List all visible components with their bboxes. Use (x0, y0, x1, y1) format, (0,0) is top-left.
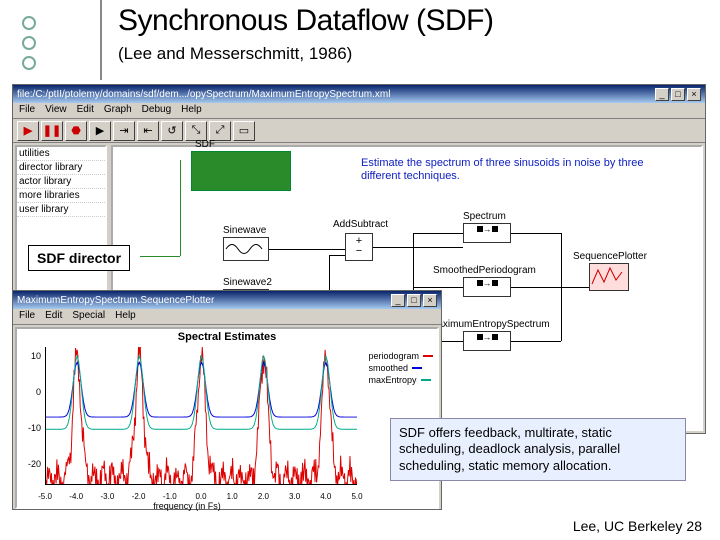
app-titlebar[interactable]: file:/C:/ptII/ptolemy/domains/sdf/dem...… (13, 85, 705, 103)
wire (269, 249, 345, 250)
plot-area: Spectral Estimates 10 0 -10 -20 periodog… (15, 327, 439, 509)
close-button[interactable]: × (687, 88, 701, 101)
actor-label-spectrum: Spectrum (463, 211, 506, 222)
tree-item[interactable]: utilities (17, 147, 105, 161)
menu-debug[interactable]: Debug (142, 104, 171, 117)
actor-plotter[interactable] (589, 263, 629, 291)
plot-xlabel: frequency (in Fs) (17, 501, 357, 511)
minimize-button[interactable]: _ (655, 88, 669, 101)
tree-item[interactable]: actor library (17, 175, 105, 189)
fit-icon[interactable]: ▭ (233, 121, 255, 141)
menu-view[interactable]: View (45, 104, 67, 117)
actor-label-plotter: SequencePlotter (573, 251, 647, 262)
legend-label: periodogram (368, 351, 419, 361)
run-icon[interactable]: ▶ (17, 121, 39, 141)
slide-title: Synchronous Dataflow (SDF) (118, 4, 493, 38)
bullet-decorations (22, 16, 36, 76)
menu-edit[interactable]: Edit (45, 310, 62, 323)
plot-window-title: MaximumEntropySpectrum.SequencePlotter (17, 295, 389, 306)
wire (413, 287, 463, 288)
actor-label-maxent: MaximumEntropySpectrum (429, 319, 550, 330)
app-window-title: file:/C:/ptII/ptolemy/domains/sdf/dem...… (17, 89, 653, 100)
zoom-in-icon[interactable]: ⤢ (209, 121, 231, 141)
sdf-director-block[interactable] (191, 151, 291, 191)
legend-label: maxEntropy (368, 375, 416, 385)
menu-file[interactable]: File (19, 310, 35, 323)
director-label: SDF (195, 139, 215, 150)
rewind-icon[interactable]: ↺ (161, 121, 183, 141)
plot-legend: periodogram smoothed maxEntropy (368, 351, 433, 387)
menu-help[interactable]: Help (115, 310, 136, 323)
actor-label-smoothed: SmoothedPeriodogram (433, 265, 536, 276)
maximize-button[interactable]: □ (671, 88, 685, 101)
wire (561, 233, 562, 341)
app-menubar: File View Edit Graph Debug Help (13, 103, 705, 119)
step-back-icon[interactable]: ⇤ (137, 121, 159, 141)
wire (329, 255, 345, 256)
tree-item[interactable]: director library (17, 161, 105, 175)
actor-addsubtract[interactable]: +− (345, 233, 373, 261)
plot-menubar: File Edit Special Help (13, 309, 441, 325)
wire (511, 287, 589, 288)
menu-edit[interactable]: Edit (77, 104, 94, 117)
menu-help[interactable]: Help (181, 104, 202, 117)
menu-graph[interactable]: Graph (104, 104, 132, 117)
minimize-button[interactable]: _ (391, 294, 405, 307)
wire (413, 233, 463, 234)
menu-special[interactable]: Special (72, 310, 105, 323)
plot-window: MaximumEntropySpectrum.SequencePlotter _… (12, 290, 442, 510)
ytick: -10 (21, 423, 41, 433)
actor-label-sinewave: Sinewave (223, 225, 266, 236)
app-toolbar: ▶ ❚❚ ⬣ ▶ ⇥ ⇤ ↺ ⤡ ⤢ ▭ (13, 119, 705, 143)
tree-item[interactable]: user library (17, 203, 105, 217)
model-caption: Estimate the spectrum of three sinusoids… (361, 157, 661, 183)
title-divider (100, 0, 102, 80)
actor-label-addsubtract: AddSubtract (333, 219, 388, 230)
spectrum-traces (46, 347, 357, 484)
stop-icon[interactable]: ⬣ (65, 121, 87, 141)
ytick: 10 (21, 351, 41, 361)
wire (373, 247, 463, 248)
plot-titlebar[interactable]: MaximumEntropySpectrum.SequencePlotter _… (13, 291, 441, 309)
actor-sinewave[interactable] (223, 237, 269, 261)
slide-subtitle: (Lee and Messerschmitt, 1986) (118, 44, 352, 64)
plot-canvas[interactable] (45, 347, 357, 485)
legend-label: smoothed (368, 363, 408, 373)
ytick: 0 (21, 387, 41, 397)
step-over-icon[interactable]: ⇥ (113, 121, 135, 141)
zoom-out-icon[interactable]: ⤡ (185, 121, 207, 141)
annotation-arrow (140, 256, 180, 257)
step-icon[interactable]: ▶ (89, 121, 111, 141)
menu-file[interactable]: File (19, 104, 35, 117)
wire (511, 341, 561, 342)
maximize-button[interactable]: □ (407, 294, 421, 307)
annotation-sdf-director: SDF director (28, 245, 130, 271)
actor-smoothed[interactable]: → (463, 277, 511, 297)
pause-icon[interactable]: ❚❚ (41, 121, 63, 141)
actor-label-sinewave2: Sinewave2 (223, 277, 272, 288)
slide-footer: Lee, UC Berkeley 28 (573, 518, 702, 534)
slide: Synchronous Dataflow (SDF) (Lee and Mess… (0, 0, 720, 540)
info-box: SDF offers feedback, multirate, static s… (390, 418, 686, 481)
actor-spectrum[interactable]: → (463, 223, 511, 243)
close-button[interactable]: × (423, 294, 437, 307)
actor-maxent[interactable]: → (463, 331, 511, 351)
wire (511, 233, 561, 234)
ytick: -20 (21, 459, 41, 469)
tree-item[interactable]: more libraries (17, 189, 105, 203)
annotation-arrow (180, 160, 181, 256)
plot-title: Spectral Estimates (17, 329, 437, 345)
